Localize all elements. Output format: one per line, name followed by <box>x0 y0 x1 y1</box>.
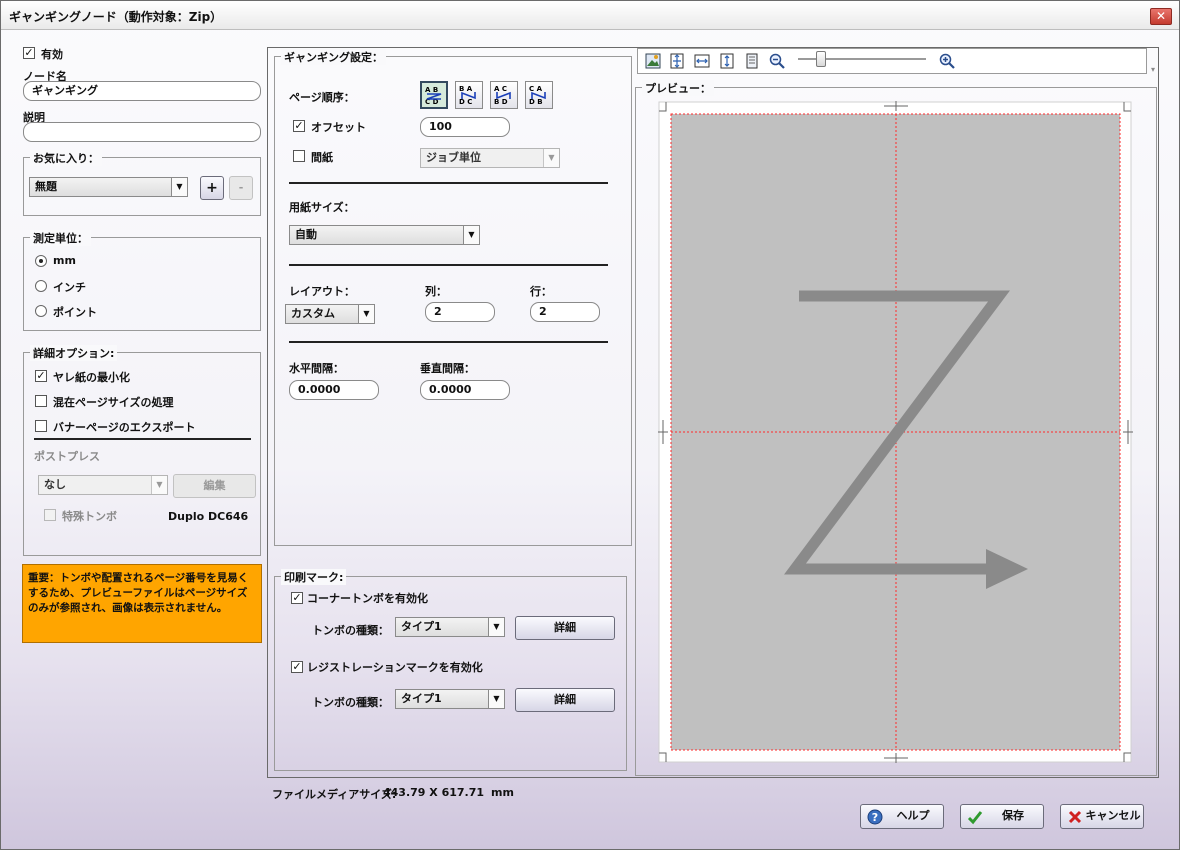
enabled-label: 有効 <box>41 48 63 61</box>
postpress-select[interactable]: なし ▼ <box>38 475 168 495</box>
media-size-unit: mm <box>491 786 514 799</box>
mixed-size-checkbox[interactable] <box>35 395 47 407</box>
chevron-down-icon: ▼ <box>171 178 187 196</box>
device-name: Duplo DC646 <box>168 510 249 523</box>
postpress-value: なし <box>44 478 66 491</box>
fit-page-icon[interactable] <box>669 53 685 69</box>
window-title: ギャンギングノード（動作対象：Zip） <box>9 10 223 24</box>
unit-point-label: ポイント <box>53 306 97 319</box>
cancel-button[interactable]: キャンセル <box>1060 804 1144 829</box>
zoom-out-icon[interactable] <box>769 53 785 69</box>
media-size-label: ファイルメディアサイズ: <box>272 788 397 801</box>
special-trim-label: 特殊トンボ <box>62 510 117 523</box>
special-trim-checkbox[interactable] <box>44 509 56 521</box>
notice-box: 重要：トンボや配置されるページ番号を見易くするため、プレビューファイルはページサ… <box>22 564 262 643</box>
unit-inch-label: インチ <box>53 281 86 294</box>
banner-export-label: バナーページのエクスポート <box>53 421 196 434</box>
help-icon: ? <box>867 809 883 825</box>
units-legend: 測定単位： <box>30 230 91 246</box>
mixed-size-label: 混在ページサイズの処理 <box>53 396 174 409</box>
single-page-icon[interactable] <box>744 53 760 69</box>
remove-favorite-button[interactable]: - <box>229 176 253 200</box>
edit-button[interactable]: 編集 <box>173 474 256 498</box>
preview-legend: プレビュー： <box>642 80 714 96</box>
scroll-indicator-icon: ▾ <box>1151 65 1156 74</box>
fit-height-icon[interactable] <box>719 53 735 69</box>
advanced-legend: 詳細オプション: <box>30 345 118 361</box>
svg-text:?: ? <box>872 811 878 824</box>
units-group: 測定単位： mm インチ ポイント <box>23 230 261 331</box>
node-name-input[interactable]: ギャンギング <box>23 81 261 101</box>
help-button[interactable]: ? ヘルプ <box>860 804 944 829</box>
save-label: 保存 <box>1002 809 1024 822</box>
preview-canvas[interactable] <box>656 99 1134 765</box>
unit-inch-radio[interactable] <box>35 280 47 292</box>
close-icon <box>1068 810 1082 824</box>
advanced-options-group: 詳細オプション: ✓ ヤレ紙の最小化 混在ページサイズの処理 バナーページのエク… <box>23 345 261 556</box>
media-size-value: 443.79 X 617.71 <box>383 786 485 799</box>
zoom-slider-thumb[interactable] <box>815 51 826 67</box>
zoom-in-icon[interactable] <box>939 53 955 69</box>
favorites-value: 無題 <box>35 180 57 193</box>
title-bar: ギャンギングノード（動作対象：Zip） ✕ <box>1 1 1179 30</box>
divider <box>34 438 251 440</box>
check-icon <box>967 811 983 825</box>
favorites-group: お気に入り： 無題 ▼ + - <box>23 150 261 216</box>
enabled-checkbox[interactable]: ✓ <box>23 47 35 59</box>
favorites-legend: お気に入り： <box>30 150 102 166</box>
banner-export-checkbox[interactable] <box>35 420 47 432</box>
preview-toolbar <box>637 48 1147 74</box>
favorites-select[interactable]: 無題 ▼ <box>29 177 188 197</box>
image-icon[interactable] <box>645 53 661 69</box>
fit-width-icon[interactable] <box>694 53 710 69</box>
description-input[interactable] <box>23 122 261 142</box>
chevron-down-icon: ▼ <box>151 476 167 494</box>
save-button[interactable]: 保存 <box>960 804 1044 829</box>
add-favorite-button[interactable]: + <box>200 176 224 200</box>
unit-mm-radio[interactable] <box>35 255 47 267</box>
minimize-waste-checkbox[interactable]: ✓ <box>35 370 47 382</box>
minimize-waste-label: ヤレ紙の最小化 <box>53 371 130 384</box>
close-button[interactable]: ✕ <box>1150 8 1172 25</box>
postpress-label: ポストプレス <box>34 450 100 463</box>
unit-mm-label: mm <box>53 254 76 267</box>
unit-point-radio[interactable] <box>35 305 47 317</box>
gang-node-dialog: ギャンギングノード（動作対象：Zip） ✕ ✓ 有効 ノード名 ギャンギング 説… <box>0 0 1180 850</box>
